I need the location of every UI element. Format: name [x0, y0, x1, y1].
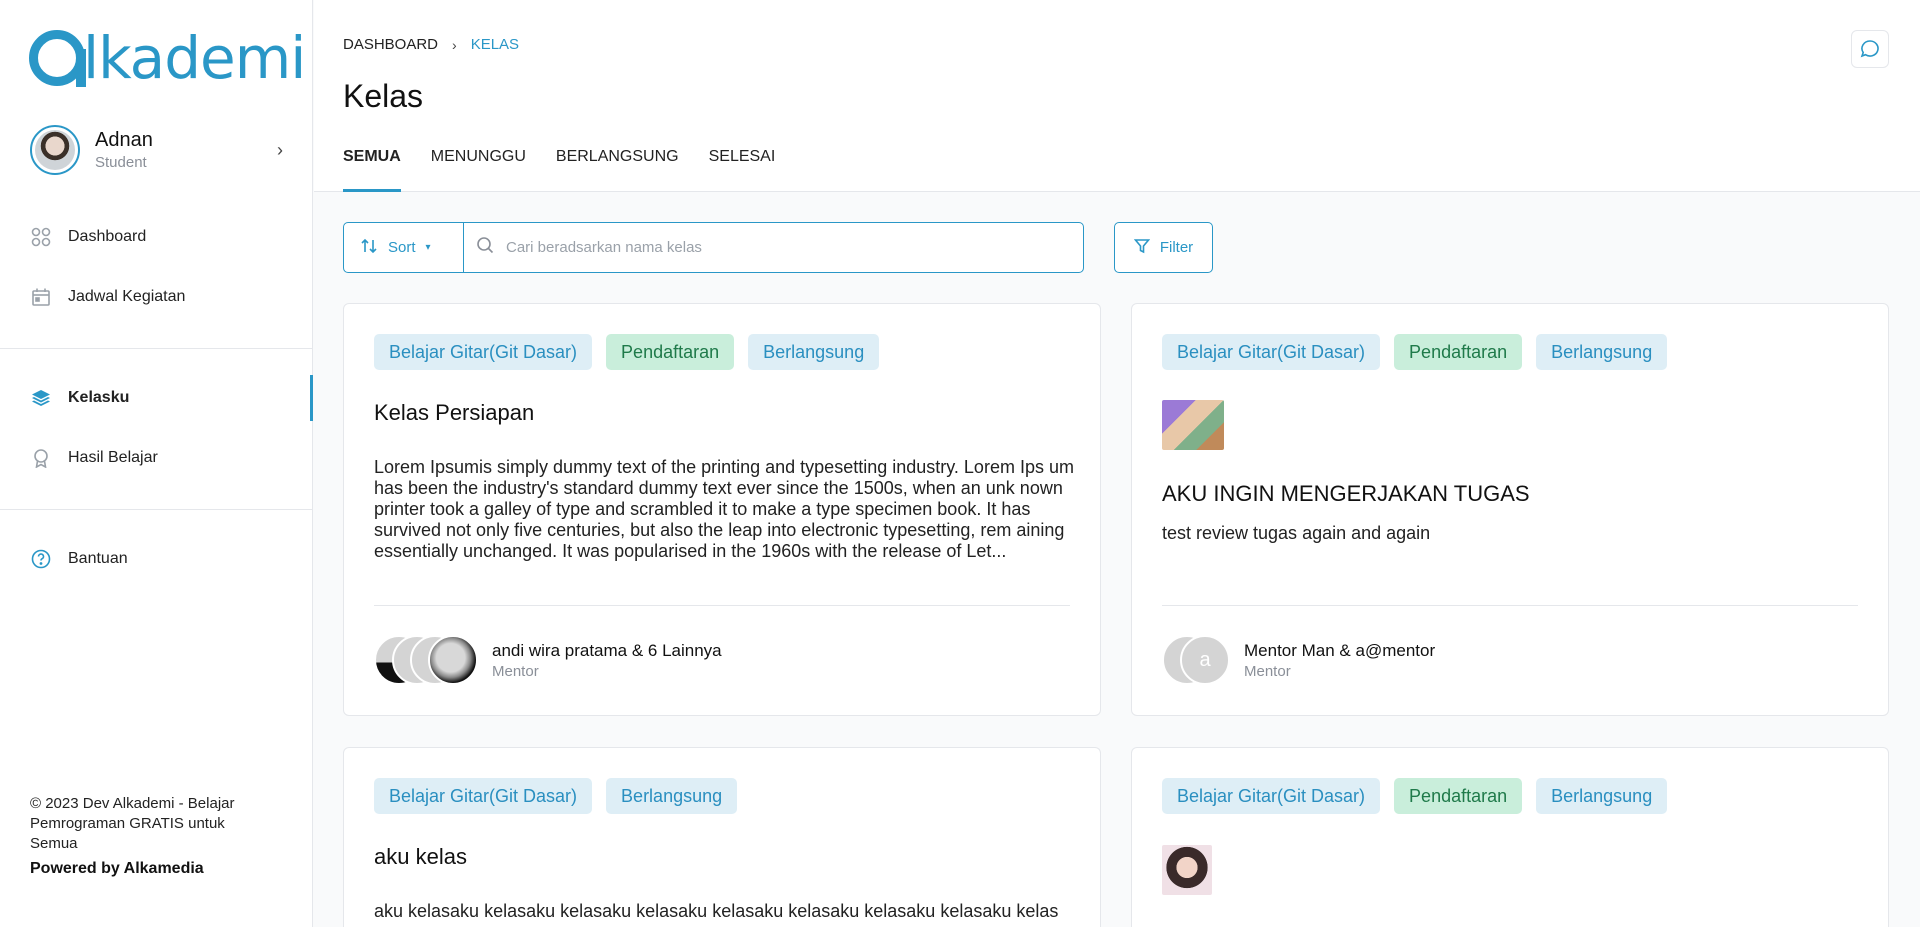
calendar-icon [30, 286, 52, 308]
sidebar-item-label: Jadwal Kegiatan [68, 288, 186, 305]
tab-berlangsung[interactable]: BERLANGSUNG [556, 145, 679, 191]
status-badge: Pendaftaran [606, 334, 735, 370]
sidebar-item-bantuan[interactable]: Bantuan [0, 536, 313, 582]
avatar-group [374, 635, 478, 685]
status-badge: Berlangsung [748, 334, 880, 370]
tabs: SEMUA MENUNGGU BERLANGSUNG SELESAI [343, 145, 805, 192]
class-thumbnail [1162, 845, 1212, 895]
course-tag: Belajar Gitar(Git Dasar) [374, 778, 593, 814]
alkademi-logo[interactable]: lkademi [29, 24, 306, 92]
sidebar-divider [0, 348, 313, 349]
mentor-role: Mentor [492, 662, 539, 680]
logo-mark-icon [29, 30, 86, 87]
course-tag: Belajar Gitar(Git Dasar) [1162, 334, 1381, 370]
status-badge: Berlangsung [1536, 778, 1668, 814]
layers-icon [30, 387, 52, 409]
tab-selesai[interactable]: SELESAI [709, 145, 776, 191]
sidebar-item-label: Kelasku [68, 389, 130, 406]
logo-text: lkademi [83, 24, 306, 92]
search-bar: Sort ▾ [343, 222, 1084, 273]
search-input[interactable] [506, 239, 1083, 256]
class-card[interactable]: Belajar Gitar(Git Dasar) Pendaftaran Ber… [1131, 747, 1889, 927]
sidebar-item-label: Hasil Belajar [68, 449, 158, 466]
user-name: Adnan [95, 129, 153, 151]
filter-button[interactable]: Filter [1114, 222, 1213, 273]
chevron-down-icon: ▾ [425, 242, 431, 253]
tag-list: Belajar Gitar(Git Dasar) Pendaftaran Ber… [1162, 334, 1681, 370]
avatar [30, 125, 80, 175]
breadcrumb-dashboard[interactable]: DASHBOARD [343, 36, 438, 53]
mentor-name: andi wira pratama & 6 Lainnya [492, 640, 722, 660]
chat-button[interactable] [1851, 30, 1889, 68]
status-badge: Berlangsung [1536, 334, 1668, 370]
sidebar-item-kelasku[interactable]: Kelasku [0, 375, 313, 421]
status-badge: Pendaftaran [1394, 778, 1523, 814]
card-title: aku kelas [374, 844, 467, 869]
award-icon [30, 447, 52, 469]
help-icon [30, 548, 52, 570]
sort-icon [360, 237, 378, 259]
filter-icon [1133, 238, 1151, 258]
user-profile[interactable]: Adnan Student › [30, 124, 283, 176]
tag-list: Belajar Gitar(Git Dasar) Berlangsung [374, 778, 751, 814]
sidebar-item-dashboard[interactable]: Dashboard [0, 214, 313, 260]
mentor-name: Mentor Man & a@mentor [1244, 640, 1436, 660]
search-icon [476, 236, 494, 259]
card-title: AKU INGIN MENGERJAKAN TUGAS [1162, 481, 1530, 506]
powered-by-text: Powered by Alkamedia [30, 860, 204, 877]
class-card[interactable]: Belajar Gitar(Git Dasar) Berlangsung aku… [343, 747, 1101, 927]
tag-list: Belajar Gitar(Git Dasar) Pendaftaran Ber… [1162, 778, 1681, 814]
sidebar-divider [0, 509, 313, 510]
class-card[interactable]: Belajar Gitar(Git Dasar) Pendaftaran Ber… [1131, 303, 1889, 716]
page-header: DASHBOARD › KELAS Kelas SEMUA MENUNGGU B… [314, 0, 1920, 192]
tab-menunggu[interactable]: MENUNGGU [431, 145, 526, 191]
class-card[interactable]: Belajar Gitar(Git Dasar) Pendaftaran Ber… [343, 303, 1101, 716]
page-title: Kelas [343, 78, 424, 114]
chevron-right-icon: › [452, 36, 457, 53]
course-tag: Belajar Gitar(Git Dasar) [1162, 778, 1381, 814]
card-description: test review tugas again and again [1162, 523, 1431, 543]
chevron-right-icon: › [277, 139, 283, 160]
sidebar-item-hasil-belajar[interactable]: Hasil Belajar [0, 435, 313, 481]
avatar: a [1180, 635, 1230, 685]
status-badge: Pendaftaran [1394, 334, 1523, 370]
chat-icon [1860, 40, 1879, 58]
mentor-info: a Mentor Man & a@mentor Mentor [1162, 635, 1435, 685]
class-thumbnail [1162, 400, 1224, 450]
card-divider [1162, 605, 1858, 606]
course-tag: Belajar Gitar(Git Dasar) [374, 334, 593, 370]
sort-label: Sort [388, 239, 416, 256]
breadcrumb: DASHBOARD › KELAS [343, 36, 519, 53]
tag-list: Belajar Gitar(Git Dasar) Pendaftaran Ber… [374, 334, 893, 370]
card-divider [374, 605, 1070, 606]
sidebar-item-label: Dashboard [68, 228, 147, 245]
sidebar-item-label: Bantuan [68, 550, 128, 567]
card-description: Lorem Ipsumis simply dummy text of the p… [374, 457, 1074, 561]
copyright-text: © 2023 Dev Alkademi - Belajar Pemrograma… [30, 795, 235, 852]
tab-semua[interactable]: SEMUA [343, 145, 401, 192]
user-role: Student [95, 154, 147, 171]
breadcrumb-current: KELAS [470, 36, 520, 53]
card-description: aku kelasaku kelasaku kelasaku kelasaku … [374, 901, 1059, 921]
sort-button[interactable]: Sort ▾ [344, 223, 464, 272]
avatar [428, 635, 478, 685]
sidebar-item-jadwal[interactable]: Jadwal Kegiatan [0, 274, 313, 320]
avatar-group: a [1162, 635, 1230, 685]
dashboard-icon [30, 226, 52, 248]
card-title: Kelas Persiapan [374, 400, 535, 425]
mentor-info: andi wira pratama & 6 Lainnya Mentor [374, 635, 722, 685]
filter-label: Filter [1159, 239, 1194, 256]
sidebar: lkademi Adnan Student › Dashboard Jadwal… [0, 0, 313, 927]
status-badge: Berlangsung [606, 778, 738, 814]
mentor-role: Mentor [1244, 662, 1291, 680]
